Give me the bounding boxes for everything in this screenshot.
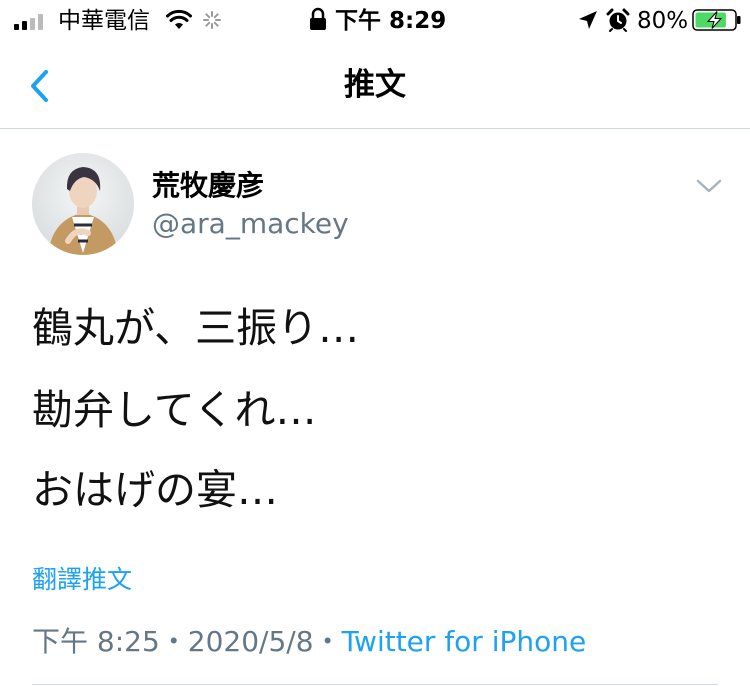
divider (32, 684, 718, 685)
author-handle[interactable]: @ara_mackey (152, 206, 349, 242)
status-bar: 中華電信 下午 8:29 80% (0, 0, 750, 44)
translate-tweet-link[interactable]: 翻譯推文 (32, 562, 132, 598)
tweet-source-link[interactable]: Twitter for iPhone (342, 625, 587, 658)
tweet-text-line: おはげの宴… (32, 466, 278, 514)
battery-percent: 80% (637, 8, 689, 34)
loading-spinner-icon (203, 11, 221, 29)
signal-icon (14, 14, 48, 30)
tweet-meta: 下午 8:25・2020/5/8・Twitter for iPhone (32, 622, 586, 662)
tweet-time: 下午 8:25 (32, 625, 160, 658)
alarm-icon (606, 8, 630, 32)
meta-separator: ・ (159, 625, 188, 658)
chevron-down-icon[interactable] (694, 175, 724, 197)
lock-icon (310, 7, 326, 30)
navigation-bar: 推文 (0, 44, 750, 129)
status-time: 下午 8:29 (335, 8, 447, 34)
meta-separator: ・ (313, 625, 342, 658)
wifi-icon (166, 9, 192, 29)
tweet-text-line: 鶴丸が、三振り… (32, 304, 360, 352)
author-name[interactable]: 荒牧慶彦 (152, 168, 264, 204)
avatar[interactable] (32, 153, 134, 255)
tweet-text-line: 勘弁してくれ… (32, 386, 317, 434)
location-arrow-icon (579, 11, 597, 29)
carrier-label: 中華電信 (58, 8, 150, 34)
battery-charging-icon (692, 9, 741, 31)
page-title: 推文 (344, 67, 406, 103)
tweet-date: 2020/5/8 (187, 625, 314, 658)
